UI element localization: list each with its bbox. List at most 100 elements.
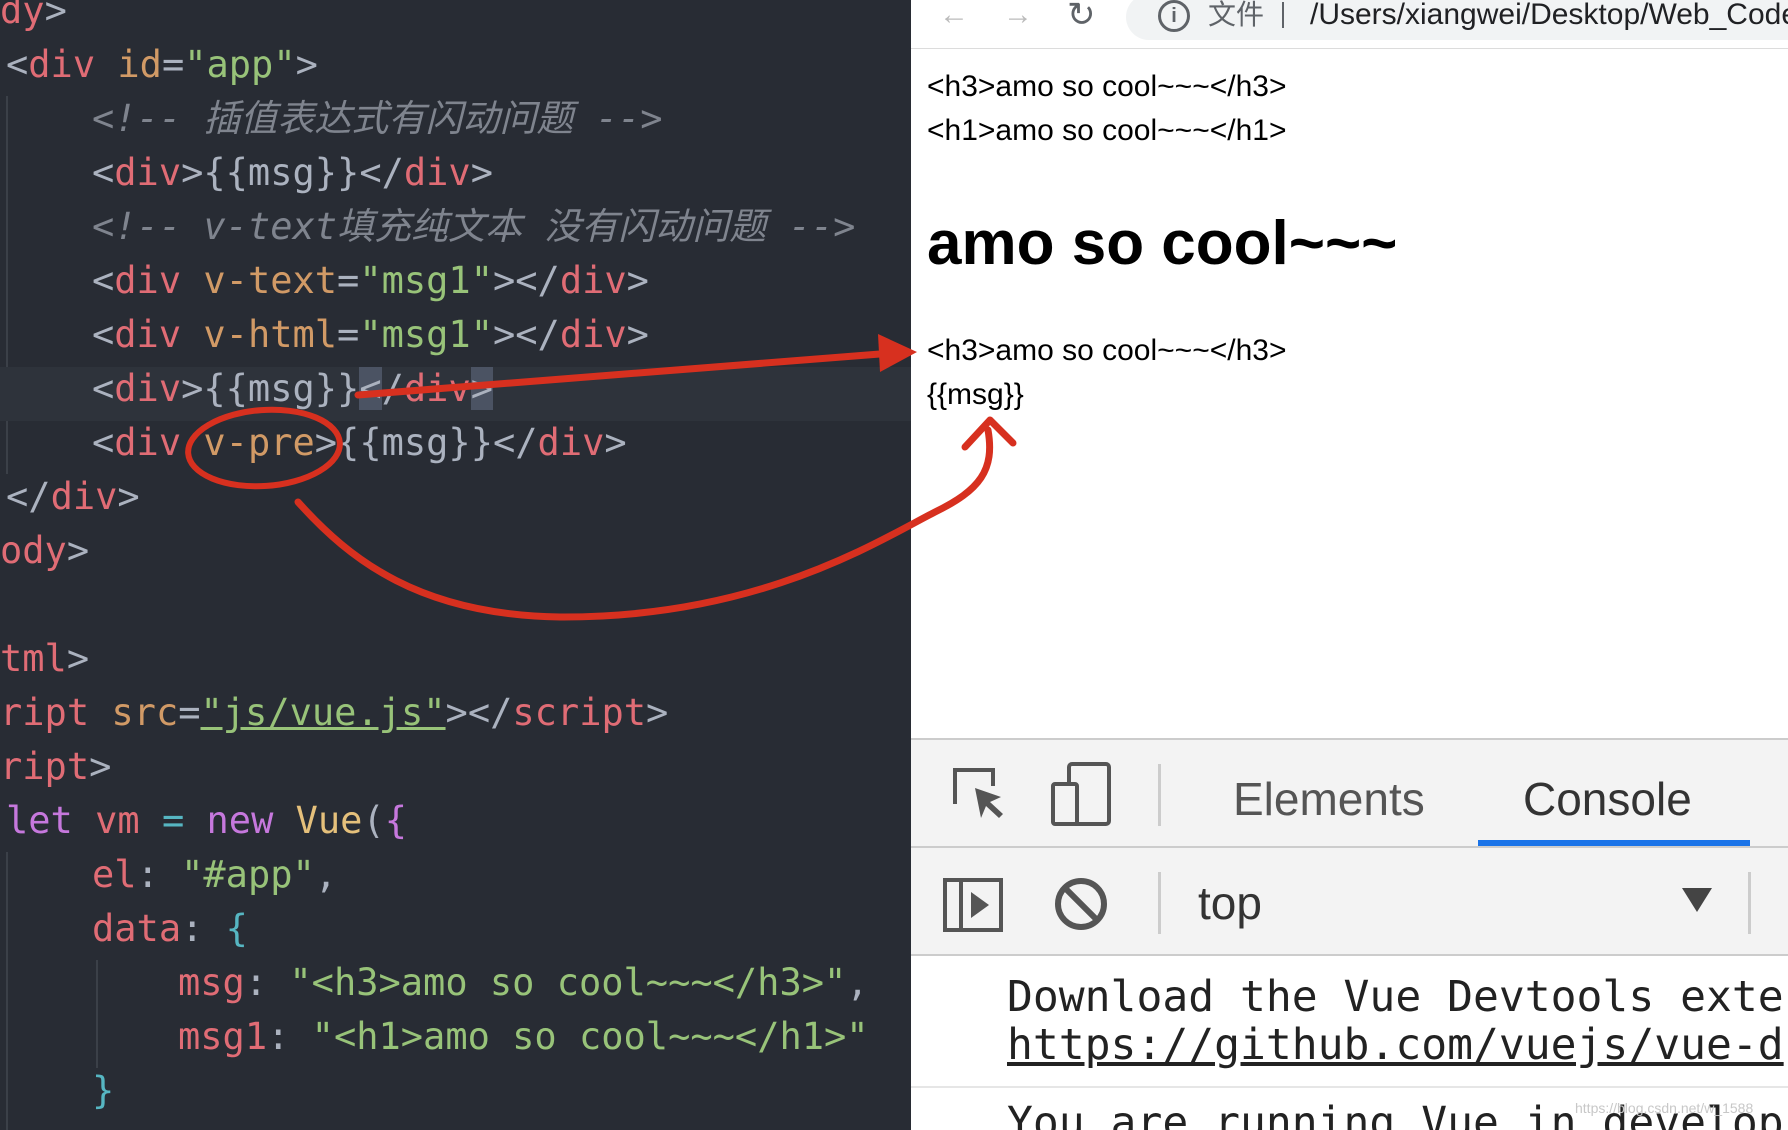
code-line[interactable]: msg1: "<h1>amo so cool~~~</h1>" xyxy=(178,1010,869,1064)
code-token: = xyxy=(161,799,185,842)
code-token: > xyxy=(626,259,649,302)
code-token: div xyxy=(114,421,182,464)
code-token: : xyxy=(244,961,290,1004)
code-line[interactable]: <div>{{msg}}</div> xyxy=(92,146,493,200)
code-token: vm xyxy=(95,799,140,842)
tab-console[interactable]: Console xyxy=(1523,772,1692,826)
context-selector[interactable]: top xyxy=(1198,876,1262,930)
address-bar[interactable]: i 文件 /Users/xiangwei/Desktop/Web_Code/V xyxy=(1126,0,1788,40)
url-text[interactable]: /Users/xiangwei/Desktop/Web_Code/V xyxy=(1310,0,1788,32)
code-token: el xyxy=(92,853,137,896)
code-token: "msg1" xyxy=(359,259,493,302)
device-toolbar-icon[interactable] xyxy=(1051,762,1115,831)
code-line[interactable]: } xyxy=(92,1064,114,1118)
code-token: > xyxy=(626,313,649,356)
code-line[interactable]: </div> xyxy=(6,470,140,524)
code-token: let xyxy=(6,799,73,842)
code-line[interactable]: let vm = new Vue({ xyxy=(6,794,407,848)
tab-elements[interactable]: Elements xyxy=(1233,772,1425,826)
code-token: > xyxy=(470,367,493,410)
code-token: ></ xyxy=(492,259,560,302)
code-line[interactable]: ript> xyxy=(0,740,111,794)
code-line[interactable]: <div v-text="msg1"></div> xyxy=(92,254,649,308)
code-line[interactable]: dy> xyxy=(0,0,67,38)
code-token: "<h1>amo so cool~~~</h1>" xyxy=(311,1015,869,1058)
inspect-element-icon[interactable] xyxy=(951,766,1005,825)
toolbar-divider xyxy=(1158,764,1161,826)
code-token: <!-- v-text填充纯文本 没有闪动问题 --> xyxy=(92,205,856,248)
code-token: > xyxy=(604,421,627,464)
code-token: "<h3>amo so cool~~~</h3>" xyxy=(289,961,847,1004)
code-token: "msg1" xyxy=(359,313,493,356)
code-token: ( xyxy=(362,799,385,842)
dropdown-triangle-icon[interactable] xyxy=(1682,888,1712,917)
code-token: "#app" xyxy=(181,853,315,896)
code-token: div xyxy=(559,259,627,302)
code-line[interactable]: <div id="app"> xyxy=(6,38,318,92)
code-token: { xyxy=(384,799,408,842)
code-token: ript xyxy=(0,691,90,734)
code-editor[interactable]: dy> <div id="app"> <!-- 插值表达式有闪动问题 --> <div… xyxy=(0,0,911,1130)
code-line[interactable]: <!-- 插值表达式有闪动问题 --> xyxy=(92,92,662,146)
code-token: div xyxy=(403,367,471,410)
page-heading: amo so cool~~~ xyxy=(927,209,1398,278)
browser-toolbar: ← → ↻ i 文件 /Users/xiangwei/Desktop/Web_C… xyxy=(911,0,1788,49)
toolbar-divider xyxy=(1748,872,1751,934)
code-token: </ xyxy=(6,475,51,518)
code-token: : xyxy=(136,853,182,896)
page-text-line: <h1>amo so cool~~~</h1> xyxy=(927,114,1287,147)
code-token: div xyxy=(559,313,627,356)
code-token: ript xyxy=(0,745,90,788)
code-token: div xyxy=(114,151,182,194)
code-token: < xyxy=(92,313,115,356)
code-line[interactable]: ody> xyxy=(0,524,89,578)
code-token: div xyxy=(537,421,605,464)
code-line[interactable]: <div>{{msg}}</div> xyxy=(92,362,493,416)
active-tab-indicator xyxy=(1478,840,1750,846)
code-line[interactable]: msg: "<h3>amo so cool~~~</h3>", xyxy=(178,956,869,1010)
code-token: msg xyxy=(178,961,245,1004)
code-token: ody xyxy=(0,529,67,572)
sidebar-toggle-icon[interactable] xyxy=(943,878,1003,937)
code-line[interactable]: <div v-pre>{{msg}}</div> xyxy=(92,416,627,470)
console-toolbar: top xyxy=(911,848,1788,956)
code-token: data xyxy=(92,907,182,950)
code-token: new xyxy=(206,799,274,842)
code-token: v-text xyxy=(203,259,338,302)
code-line[interactable]: <!-- v-text填充纯文本 没有闪动问题 --> xyxy=(92,200,855,254)
code-token: "js/vue.js" xyxy=(200,691,446,734)
console-message: Download the Vue Devtools exte xyxy=(1007,972,1784,1022)
clear-console-icon[interactable] xyxy=(1053,876,1109,937)
code-token: > xyxy=(470,151,493,194)
info-icon[interactable]: i xyxy=(1158,0,1190,32)
back-button[interactable]: ← xyxy=(939,0,969,30)
code-line[interactable]: ript src="js/vue.js"></script> xyxy=(0,686,668,740)
code-line[interactable]: data: { xyxy=(92,902,248,956)
code-line[interactable]: tml> xyxy=(0,632,89,686)
code-token: div xyxy=(114,367,182,410)
code-token: v-pre xyxy=(203,421,315,464)
forward-button[interactable]: → xyxy=(1003,0,1033,30)
code-token: >{{msg}}</ xyxy=(181,151,404,194)
console-link[interactable]: https://github.com/vuejs/vue-d xyxy=(1007,1020,1784,1070)
code-token: "app" xyxy=(184,43,296,86)
protocol-label: 文件 xyxy=(1208,0,1265,30)
code-token: / xyxy=(381,367,404,410)
code-line[interactable]: el: "#app", xyxy=(92,848,337,902)
code-token: > xyxy=(66,529,90,572)
reload-button[interactable]: ↻ xyxy=(1067,0,1096,32)
code-token: div xyxy=(403,151,471,194)
code-token: div xyxy=(28,43,96,86)
code-token: tml xyxy=(0,637,67,680)
code-token: script xyxy=(512,691,647,734)
code-token: > xyxy=(295,43,318,86)
code-token: = xyxy=(337,259,360,302)
page-text-line: <h3>amo so cool~~~</h3> xyxy=(927,334,1287,367)
code-line[interactable]: <div v-html="msg1"></div> xyxy=(92,308,649,362)
code-token: div xyxy=(114,313,182,356)
